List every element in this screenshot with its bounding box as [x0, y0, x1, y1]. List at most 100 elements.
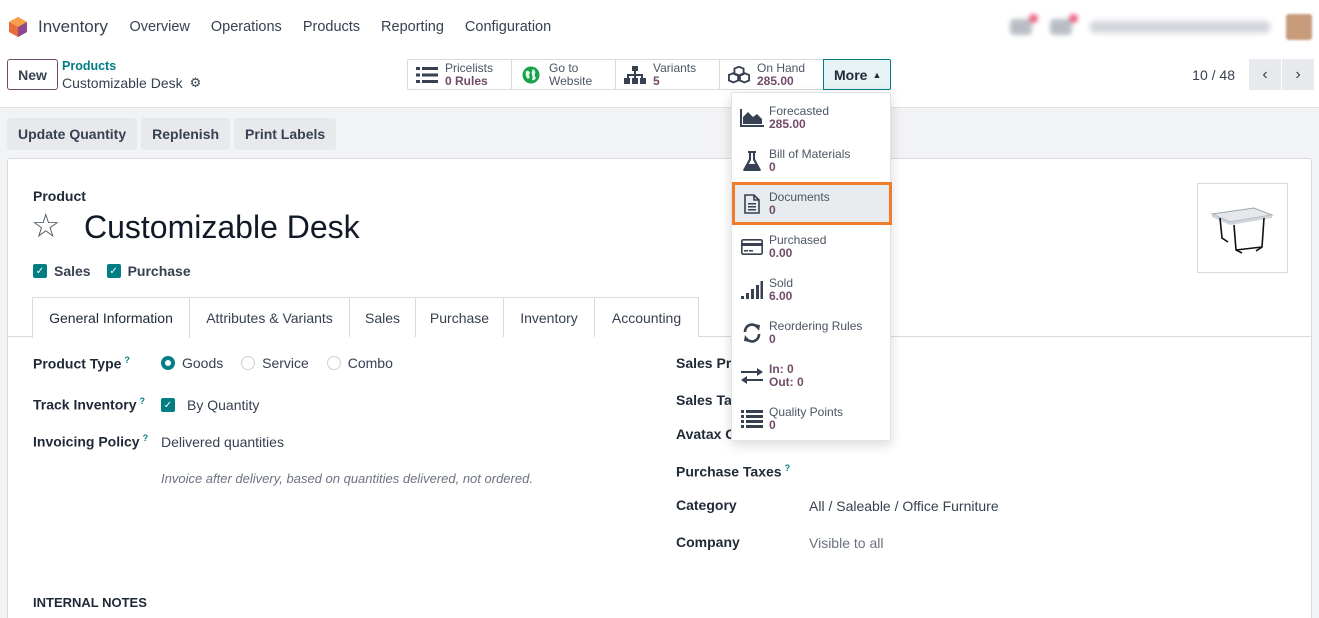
breadcrumb-products-link[interactable]: Products [62, 59, 201, 73]
control-panel: New Products Customizable Desk ⚙ Priceli… [0, 54, 1319, 108]
documents-item[interactable]: Documents 0 [732, 182, 892, 225]
pager-next-button[interactable]: › [1282, 59, 1314, 90]
sold-item[interactable]: Sold 6.00 [732, 268, 890, 311]
reordering-rules-item[interactable]: Reordering Rules 0 [732, 311, 890, 354]
area-chart-icon [740, 107, 764, 129]
invoicing-policy-label: Invoicing Policy? [33, 433, 149, 450]
radio-service[interactable]: Service [241, 355, 309, 371]
company-label: Company [676, 534, 740, 550]
tab-inventory[interactable]: Inventory [504, 297, 595, 337]
category-value[interactable]: All / Saleable / Office Furniture [809, 498, 999, 514]
credit-card-icon [740, 236, 764, 258]
track-inventory-label: Track Inventory? [33, 396, 145, 413]
caret-up-icon: ▲ [872, 69, 882, 80]
purchase-checkbox-label: Purchase [127, 263, 191, 279]
tab-general-information[interactable]: General Information [32, 297, 190, 338]
on-hand-button[interactable]: On Hand 285.00 [719, 59, 823, 90]
product-type-radio: Goods Service Combo [161, 355, 393, 371]
help-icon[interactable]: ? [785, 463, 791, 473]
print-labels-button[interactable]: Print Labels [234, 118, 337, 150]
form-tabs: General Information Attributes & Variant… [8, 297, 1311, 338]
update-quantity-button[interactable]: Update Quantity [7, 118, 138, 150]
on-hand-value: 285.00 [757, 73, 794, 88]
breadcrumb-current-label: Customizable Desk [62, 75, 183, 91]
product-name[interactable]: Customizable Desk [84, 209, 360, 246]
signal-icon [740, 279, 764, 301]
company-value[interactable]: Visible to all [809, 535, 883, 551]
help-icon[interactable]: ? [140, 396, 146, 406]
sales-checkbox-label: Sales [54, 263, 91, 279]
star-icon[interactable]: ☆ [31, 209, 61, 243]
navbar-systray [1010, 0, 1319, 54]
breadcrumb: Products Customizable Desk ⚙ [62, 59, 201, 91]
flask-icon [740, 150, 764, 172]
menu-reporting[interactable]: Reporting [371, 19, 455, 35]
company-switcher[interactable] [1090, 21, 1270, 33]
bill-of-materials-item[interactable]: Bill of Materials 0 [732, 139, 890, 182]
pager-previous-button[interactable]: ‹ [1249, 59, 1281, 90]
inventory-app-icon[interactable] [8, 16, 28, 38]
product-image[interactable] [1197, 183, 1288, 273]
smart-buttons: Pricelists 0 Rules Go to Website Variants 5… [407, 59, 891, 90]
radio-combo[interactable]: Combo [326, 355, 393, 371]
replenish-button[interactable]: Replenish [141, 118, 231, 150]
sitemap-icon [624, 65, 646, 84]
purchase-taxes-label: Purchase Taxes? [676, 463, 791, 480]
pricelists-value: 0 Rules [445, 73, 488, 88]
desk-image [1210, 207, 1274, 254]
more-dropdown: Forecasted 285.00 Bill of Materials 0 Docu… [731, 92, 892, 441]
pricelists-button[interactable]: Pricelists 0 Rules [407, 59, 511, 90]
app-name[interactable]: Inventory [38, 17, 108, 37]
in-out-item[interactable]: In: 0 Out: 0 [732, 354, 890, 397]
sales-checkbox[interactable]: ✓ [33, 264, 47, 278]
form-sheet: Product ☆ Customizable Desk ✓ Sales ✓ Pu… [7, 158, 1312, 618]
purchase-checkbox[interactable]: ✓ [106, 264, 121, 278]
menu-products[interactable]: Products [292, 19, 370, 35]
cubes-icon [728, 65, 750, 84]
main-menu: Overview Operations Products Reporting C… [119, 19, 562, 35]
activities-icon[interactable] [1050, 14, 1078, 35]
radio-goods[interactable]: Goods [161, 355, 223, 371]
forecasted-item[interactable]: Forecasted 285.00 [732, 96, 890, 139]
user-avatar[interactable] [1286, 14, 1312, 40]
new-button[interactable]: New [7, 59, 58, 90]
tab-accounting[interactable]: Accounting [595, 297, 699, 337]
globe-icon [520, 66, 542, 84]
sale-purchase-checks: ✓ Sales ✓ Purchase [33, 263, 207, 279]
invoicing-policy-value[interactable]: Delivered quantities [161, 434, 284, 450]
track-inventory-field: ✓ By Quantity [161, 397, 259, 413]
invoicing-policy-hint: Invoice after delivery, based on quantit… [161, 471, 533, 486]
avatax-label: Avatax C [676, 426, 736, 442]
track-inventory-value[interactable]: By Quantity [187, 397, 259, 413]
menu-configuration[interactable]: Configuration [454, 19, 561, 35]
list-icon [416, 66, 438, 84]
purchased-item[interactable]: Purchased 0.00 [732, 225, 890, 268]
menu-overview[interactable]: Overview [119, 19, 200, 35]
refresh-icon [740, 322, 764, 344]
tab-attributes-variants[interactable]: Attributes & Variants [190, 297, 350, 337]
action-buttons: Update Quantity Replenish Print Labels [7, 118, 340, 150]
pager: 10 / 48 ‹ › [1192, 59, 1314, 90]
on-hand-label: On Hand [757, 60, 806, 75]
chevron-left-icon: ‹ [1262, 65, 1268, 83]
go-to-website-button[interactable]: Go to Website [511, 59, 615, 90]
menu-operations[interactable]: Operations [200, 19, 292, 35]
more-button[interactable]: More ▲ [823, 59, 891, 90]
internal-notes-heading: INTERNAL NOTES [33, 595, 147, 610]
variants-button[interactable]: Variants 5 [615, 59, 719, 90]
tab-sales[interactable]: Sales [350, 297, 416, 337]
help-icon[interactable]: ? [143, 433, 149, 443]
top-navbar: Inventory Overview Operations Products R… [0, 0, 1319, 54]
variants-value: 5 [653, 73, 660, 88]
help-icon[interactable]: ? [124, 355, 130, 365]
variants-label: Variants [653, 60, 697, 75]
gear-icon[interactable]: ⚙ [190, 75, 202, 91]
messages-icon[interactable] [1010, 14, 1038, 35]
pager-value[interactable]: 10 / 48 [1192, 67, 1235, 83]
track-inventory-checkbox[interactable]: ✓ [161, 398, 175, 412]
pricelists-label: Pricelists [445, 60, 494, 75]
quality-points-item[interactable]: Quality Points 0 [732, 397, 890, 440]
category-label: Category [676, 497, 737, 513]
chevron-right-icon: › [1295, 65, 1301, 83]
tab-purchase[interactable]: Purchase [416, 297, 504, 337]
